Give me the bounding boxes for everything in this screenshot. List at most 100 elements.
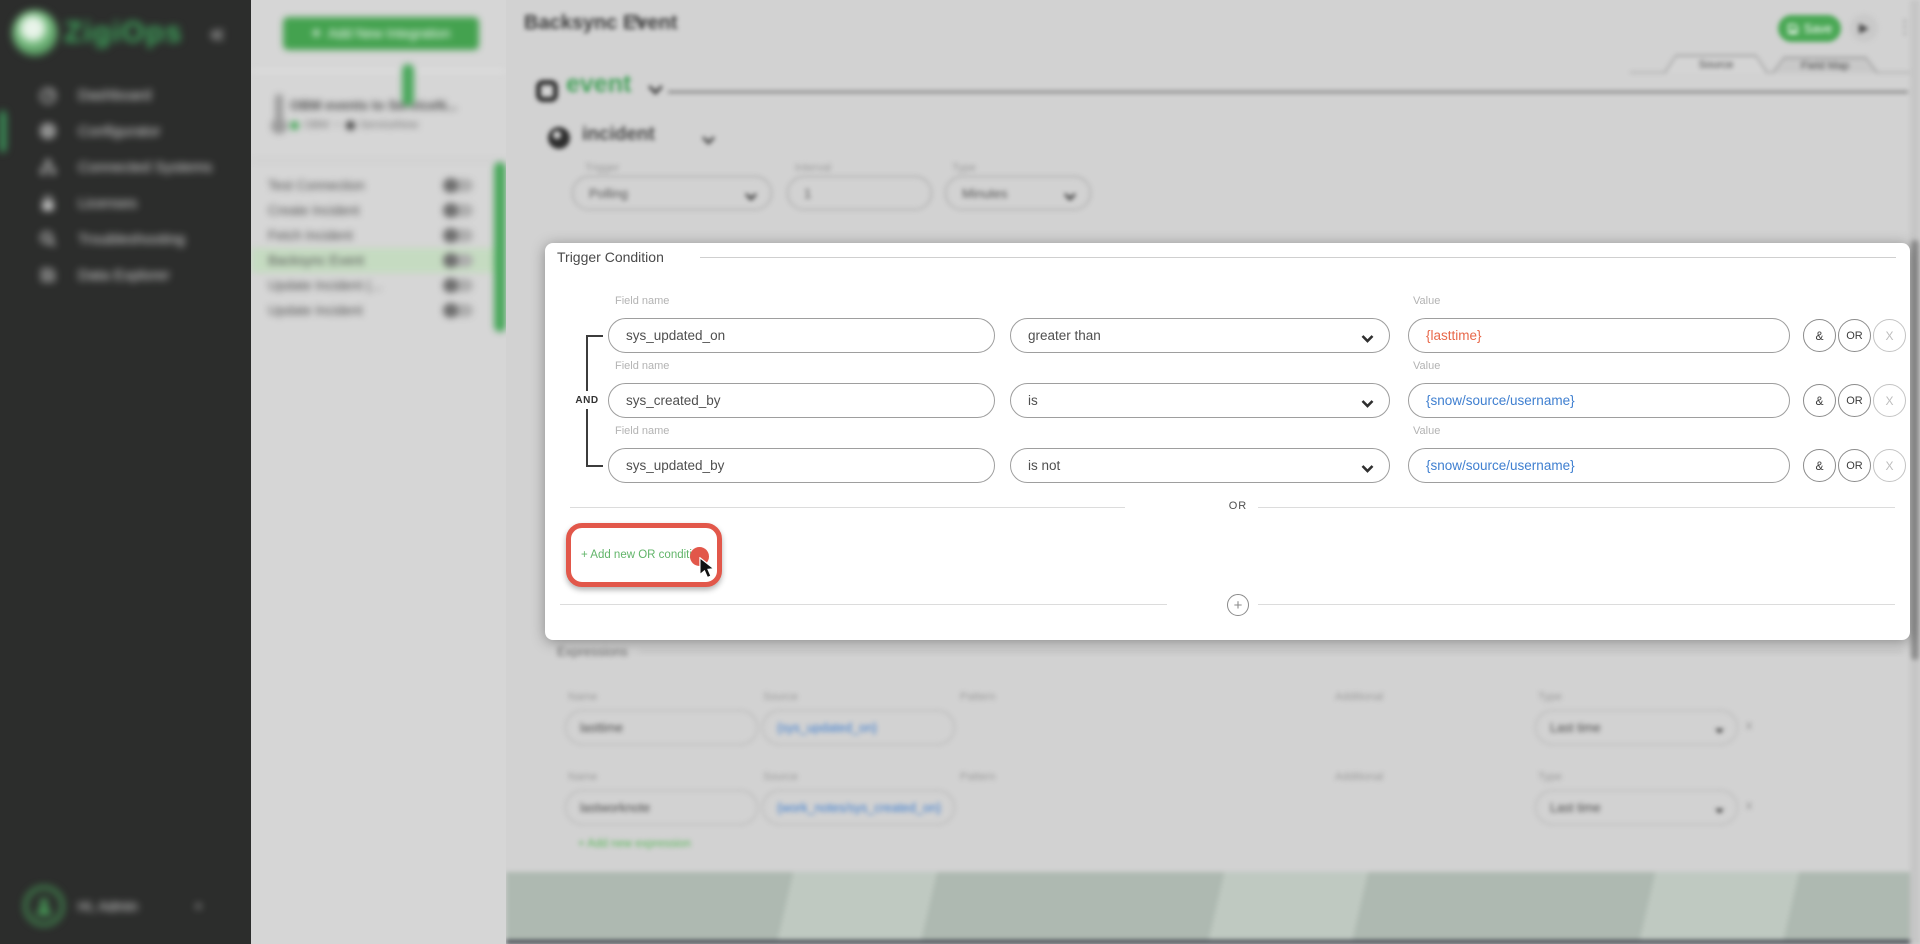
condition-field-input[interactable] [608,383,995,418]
action-item-test-connection[interactable]: Test Connection [251,173,506,198]
and-condition-button[interactable]: & [1803,319,1836,352]
section-rule [700,257,1896,258]
condition-operator-select[interactable]: is not [1010,448,1390,483]
incident-entity-icon [548,127,570,149]
remove-condition-button[interactable]: X [1873,319,1906,352]
type-select[interactable]: Minutes [945,176,1091,210]
caret-up-icon[interactable]: ▲ [194,900,203,910]
panel-scrollbar-thumb[interactable] [494,162,506,332]
scrollbar-thumb[interactable] [1911,240,1919,660]
edit-pencil-icon[interactable]: ✎ [632,12,646,32]
condition-value-input[interactable] [1408,318,1790,353]
run-button[interactable]: ▶ [1850,14,1878,42]
value-label: Value [1413,360,1440,372]
action-item-update-incident-1[interactable]: Update Incident (... [251,273,506,298]
entity-name[interactable]: event [566,70,631,99]
field-name-label: Field name [615,360,669,372]
action-item-update-incident-2[interactable]: Update Incident [251,298,506,323]
expression-type-select[interactable]: Last time [1535,790,1738,825]
condition-operator-select[interactable]: is [1010,383,1390,418]
chevron-down-icon[interactable] [648,82,663,100]
condition-value-input[interactable] [1408,448,1790,483]
trigger-condition-title: Trigger Condition [557,249,664,265]
trigger-select[interactable]: Polling [572,176,772,210]
save-icon [1787,23,1799,35]
condition-value-input[interactable] [1408,383,1790,418]
remove-expression-icon[interactable]: x [1746,798,1752,812]
save-button[interactable]: Save [1778,15,1841,42]
and-condition-button[interactable]: & [1803,384,1836,417]
expression-name-input[interactable]: lasttime [565,710,758,745]
integration-path: OBM > ServiceNow [290,119,418,131]
sidebar-item-licenses[interactable]: Licenses [0,185,251,221]
tab-field-map[interactable]: Field Map [1772,57,1878,73]
chevron-down-icon [1714,724,1725,738]
or-condition-button[interactable]: OR [1838,384,1871,417]
action-item-fetch-incident[interactable]: Fetch Incident [251,223,506,248]
expression-source-input[interactable]: {work_notes/sys_created_on} [762,790,955,825]
condition-operator-select[interactable]: greater than [1010,318,1390,353]
sidebar-item-configurator[interactable]: Configurator [0,113,251,149]
add-group-divider-line [1258,604,1895,605]
action-toggle[interactable] [444,254,473,267]
remove-condition-button[interactable]: X [1873,384,1906,417]
type-label: Type [952,162,976,174]
gear-icon [38,121,58,141]
sidebar-item-connected-systems[interactable]: Connected Systems [0,149,251,185]
field-name-label: Field name [615,425,669,437]
action-toggle[interactable] [444,304,473,317]
plus-icon: + [312,25,321,43]
expression-source-input[interactable]: {sys_updated_on} [762,710,955,745]
sidebar-collapse-icon[interactable]: « [210,18,224,49]
interval-input[interactable]: 1 [787,176,932,210]
target-status-dot [346,121,355,130]
search-icon [38,229,58,249]
condition-field-input[interactable] [608,448,995,483]
integration-title[interactable]: OBM events to ServiceN... [290,98,480,113]
expression-type-select[interactable]: Last time [1535,710,1738,745]
sidebar-item-troubleshooting[interactable]: Troubleshooting [0,221,251,257]
col-name-label: Name [568,771,597,783]
source-status-dot [290,121,299,130]
divider [251,160,506,161]
action-toggle[interactable] [444,229,473,242]
zigiops-logo-icon [12,10,58,56]
action-item-create-incident[interactable]: Create Incident [251,198,506,223]
and-condition-button[interactable]: & [1803,449,1836,482]
sidebar: ZigiOps « Dashboard Configurator Connect… [0,0,251,944]
or-condition-button[interactable]: OR [1838,319,1871,352]
action-toggle[interactable] [444,179,473,192]
tab-source[interactable]: Source [1664,55,1768,73]
expression-name-input[interactable]: lastworknote [565,790,758,825]
or-divider-line [1258,507,1895,508]
chevron-down-icon [1361,331,1374,346]
or-condition-button[interactable]: OR [1838,449,1871,482]
remove-expression-icon[interactable]: x [1746,718,1752,732]
remove-condition-button[interactable]: X [1873,449,1906,482]
footer-edge [506,940,1920,944]
add-group-divider-line [560,604,1167,605]
add-condition-group-button[interactable]: + [1227,594,1249,616]
condition-field-input[interactable] [608,318,995,353]
card-scrollbar-thumb[interactable] [402,64,414,106]
chevron-down-icon [1714,804,1725,818]
user-avatar[interactable] [24,886,64,926]
chevron-down-icon[interactable] [702,132,715,150]
database-icon [38,265,58,285]
col-name-label: Name [568,691,597,703]
mouse-cursor-icon [699,557,717,584]
sub-entity-name[interactable]: incident [582,124,655,146]
action-item-backsync-event[interactable]: Backsync Event [251,248,506,273]
play-icon: ▶ [1859,20,1869,36]
network-icon [38,157,58,177]
action-toggle[interactable] [444,279,473,292]
event-entity-icon [536,80,558,102]
value-label: Value [1413,425,1440,437]
add-new-integration-button[interactable]: + Add New Integration [283,17,479,50]
add-expression-link[interactable]: + Add new expression [578,838,691,850]
sidebar-item-dashboard[interactable]: Dashboard [0,77,251,113]
and-bracket-stub [586,465,603,467]
chevron-down-icon [1361,461,1374,476]
action-toggle[interactable] [444,204,473,217]
sidebar-item-data-explorer[interactable]: Data Explorer [0,257,251,293]
